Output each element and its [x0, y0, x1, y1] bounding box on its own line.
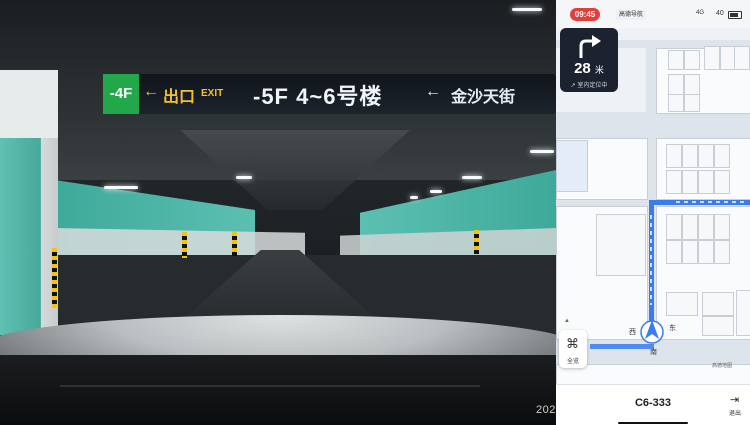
map-building: [666, 170, 682, 194]
navigation-map[interactable]: 09:45 高德导航 4G 40 28 米 ↗ 室内定位中 ▲ ⌘ 全览 西 东…: [556, 0, 750, 425]
route-direction-markers: [650, 215, 652, 305]
map-building: [666, 240, 682, 264]
map-building: [682, 240, 698, 264]
turn-instruction-card[interactable]: 28 米 ↗ 室内定位中: [560, 28, 618, 92]
ceiling-light: [512, 8, 542, 11]
full-view-label: 全览: [566, 359, 579, 365]
map-building: [714, 170, 730, 194]
hazard-stripe: [232, 232, 237, 256]
map-building: [734, 46, 750, 70]
ceiling-light: [236, 176, 252, 179]
exit-label: 退出: [728, 411, 741, 417]
map-building: [698, 170, 714, 194]
route-direction-markers: [676, 201, 746, 203]
mall-label: 金沙天街: [451, 89, 516, 106]
left-arrow-icon: ←: [425, 83, 441, 100]
floor-level-badge: -4F: [103, 74, 139, 114]
map-building: [704, 46, 720, 70]
map-building: [668, 94, 684, 112]
turn-distance-unit: 米: [594, 65, 604, 75]
map-building: [714, 240, 730, 264]
exit-label-en: EXIT: [201, 88, 224, 99]
nav-app-badge: 高德导航: [616, 10, 647, 20]
map-building: [684, 50, 700, 70]
destination-name: C6-333: [634, 397, 672, 409]
map-building: [556, 140, 588, 192]
turn-right-icon: [579, 35, 601, 58]
map-building: [666, 292, 698, 316]
dashboard-trim: [60, 385, 480, 387]
map-building: [668, 74, 684, 96]
map-building: [698, 144, 714, 168]
collapse-tab-icon[interactable]: ▲: [564, 318, 570, 324]
ceiling-light: [530, 150, 554, 153]
turn-distance: 28 米: [560, 60, 618, 77]
battery-icon: [728, 11, 742, 19]
map-building: [698, 214, 714, 240]
overhead-direction-sign: -4F ← 出口 EXIT -5F 4~6号楼 ← 金沙天街: [103, 74, 556, 114]
map-building: [666, 144, 682, 168]
ceiling-light: [462, 176, 482, 179]
map-building: [714, 144, 730, 168]
status-bar: 09:45 高德导航 4G 40: [556, 0, 750, 28]
status-time: 09:45: [570, 8, 600, 21]
map-building: [736, 290, 750, 336]
map-credit: 高德地图: [712, 363, 733, 369]
exit-label-cn: 出口: [163, 89, 196, 106]
exit-navigation-button[interactable]: ⇥ 退出: [724, 393, 746, 421]
full-view-button[interactable]: ⌘ 全览: [559, 330, 587, 368]
map-building: [668, 50, 684, 70]
route-segment: [590, 344, 654, 349]
compass-west: 西: [629, 329, 636, 336]
sign-main-text: -5F 4~6号楼: [253, 84, 383, 109]
dashcam-timestamp: 202: [536, 404, 556, 416]
map-building: [596, 214, 646, 276]
left-arrow-icon: ←: [143, 83, 159, 100]
destination-panel: C6-333 ⇥ 退出: [556, 384, 750, 425]
ceiling-light: [430, 190, 442, 193]
vehicle-position-icon: [640, 320, 664, 344]
home-indicator[interactable]: [618, 422, 688, 424]
signal-icon: 4G: [696, 10, 705, 16]
map-building: [682, 144, 698, 168]
map-building: [684, 94, 700, 112]
turn-distance-value: 28: [574, 60, 591, 77]
map-building: [702, 316, 734, 336]
hazard-stripe: [52, 248, 57, 308]
compass-south: 南: [650, 349, 657, 356]
network-indicator: 40: [716, 10, 724, 17]
compass-east: 东: [669, 325, 676, 332]
dashcam-view: -4F ← 出口 EXIT -5F 4~6号楼 ← 金沙天街 202: [0, 0, 556, 425]
hazard-stripe: [182, 232, 187, 258]
map-building: [714, 214, 730, 240]
ceiling-light: [104, 186, 138, 189]
map-building: [684, 74, 700, 96]
exit-icon: ⇥: [730, 394, 740, 406]
dashboard: [0, 355, 556, 425]
map-building: [702, 292, 734, 316]
ceiling-light: [410, 196, 418, 199]
map-building: [682, 214, 698, 240]
hazard-stripe: [474, 230, 479, 254]
map-building: [682, 170, 698, 194]
map-building: [666, 214, 682, 240]
left-pillar-top: [0, 70, 58, 138]
map-building: [698, 240, 714, 264]
indoor-positioning-text: ↗ 室内定位中: [570, 83, 608, 89]
route-overview-icon: ⌘: [566, 336, 579, 351]
